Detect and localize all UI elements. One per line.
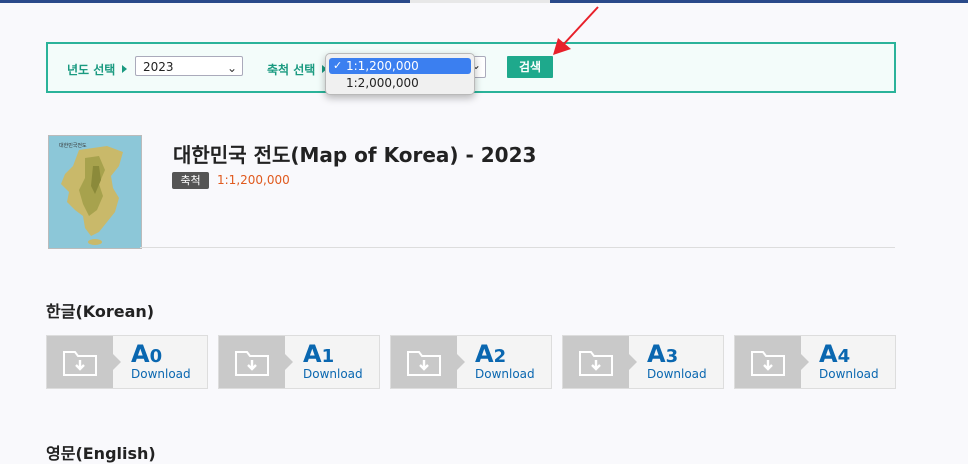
download-a2-button[interactable]: A2 Download	[390, 335, 552, 389]
folder-download-icon	[751, 351, 785, 376]
download-a1-button[interactable]: A1 Download	[218, 335, 380, 389]
box-notch	[629, 354, 637, 370]
folder-download-icon	[235, 351, 269, 376]
download-icon-box	[391, 336, 457, 388]
box-notch	[801, 354, 809, 370]
annotation-arrow-icon	[553, 6, 599, 55]
download-label: Download	[131, 367, 191, 381]
scale-badge: 축척	[172, 172, 209, 189]
box-notch	[285, 354, 293, 370]
download-icon-box	[219, 336, 285, 388]
download-icon-box	[47, 336, 113, 388]
section-title-english: 영문(English)	[46, 444, 156, 463]
download-label: Download	[819, 367, 879, 381]
box-notch	[457, 354, 465, 370]
map-title: 대한민국 전도(Map of Korea) - 2023	[173, 143, 537, 167]
download-label: Download	[647, 367, 707, 381]
download-a4-button[interactable]: A4 Download	[734, 335, 896, 389]
thumbnail-title: 대한민국전도	[59, 143, 87, 149]
box-notch	[113, 354, 121, 370]
folder-download-icon	[407, 351, 441, 376]
download-a0-button[interactable]: A0 Download	[46, 335, 208, 389]
download-icon-box	[735, 336, 801, 388]
folder-download-icon	[579, 351, 613, 376]
download-label: Download	[303, 367, 363, 381]
scale-value: 1:1,200,000	[217, 173, 290, 187]
divider	[140, 247, 895, 248]
download-a3-button[interactable]: A3 Download	[562, 335, 724, 389]
download-icon-box	[563, 336, 629, 388]
map-thumbnail[interactable]: 대한민국전도	[48, 135, 142, 249]
section-title-korean: 한글(Korean)	[46, 302, 155, 321]
folder-download-icon	[63, 351, 97, 376]
download-label: Download	[475, 367, 535, 381]
korea-map-image	[49, 136, 141, 248]
